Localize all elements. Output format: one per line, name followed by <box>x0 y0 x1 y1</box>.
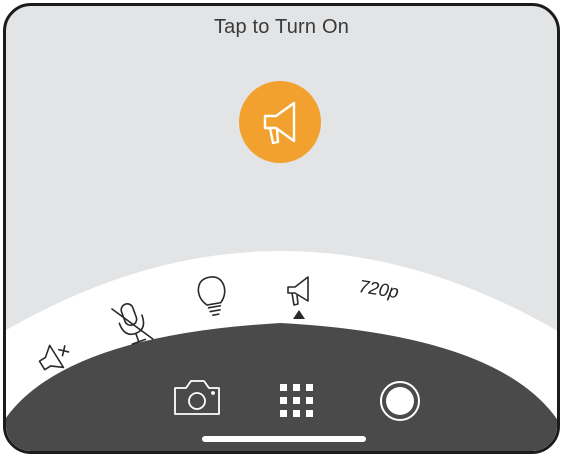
page-title: Tap to Turn On <box>213 16 350 38</box>
record-button[interactable] <box>378 379 422 423</box>
mute-mode-button[interactable] <box>34 336 78 380</box>
phone-screen: Tap to Turn On 720p <box>3 3 560 454</box>
megaphone-mode-button[interactable] <box>280 272 316 310</box>
speaker-toggle-button[interactable] <box>239 80 321 162</box>
light-mode-button[interactable] <box>192 272 232 318</box>
grid-menu-button[interactable] <box>274 378 320 424</box>
mic-mode-button[interactable] <box>110 298 154 346</box>
camera-button[interactable] <box>170 376 224 420</box>
home-indicator <box>202 436 366 442</box>
